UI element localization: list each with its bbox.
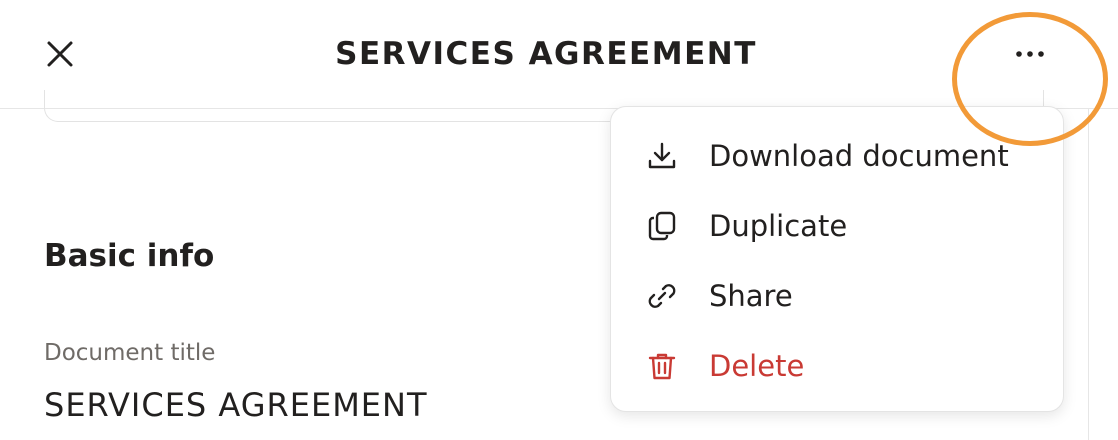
more-options-menu: Download document Duplicate Share Delete [610,106,1064,412]
duplicate-icon [645,209,679,243]
menu-item-label: Duplicate [709,209,848,243]
section-heading-basic-info: Basic info [44,238,215,274]
download-icon [645,139,679,173]
more-options-button[interactable] [1004,30,1056,78]
document-title-label: Document title [44,340,216,366]
more-horizontal-icon [1016,51,1044,57]
menu-item-share[interactable]: Share [611,261,1063,331]
menu-item-delete[interactable]: Delete [611,331,1063,401]
menu-item-label: Delete [709,349,805,383]
menu-item-label: Download document [709,139,1009,173]
menu-item-download-document[interactable]: Download document [611,121,1063,191]
menu-item-label: Share [709,279,793,313]
scroll-track [1088,108,1089,440]
link-icon [645,279,679,313]
document-title-value: SERVICES AGREEMENT [44,386,428,424]
trash-icon [645,349,679,383]
menu-item-duplicate[interactable]: Duplicate [611,191,1063,261]
